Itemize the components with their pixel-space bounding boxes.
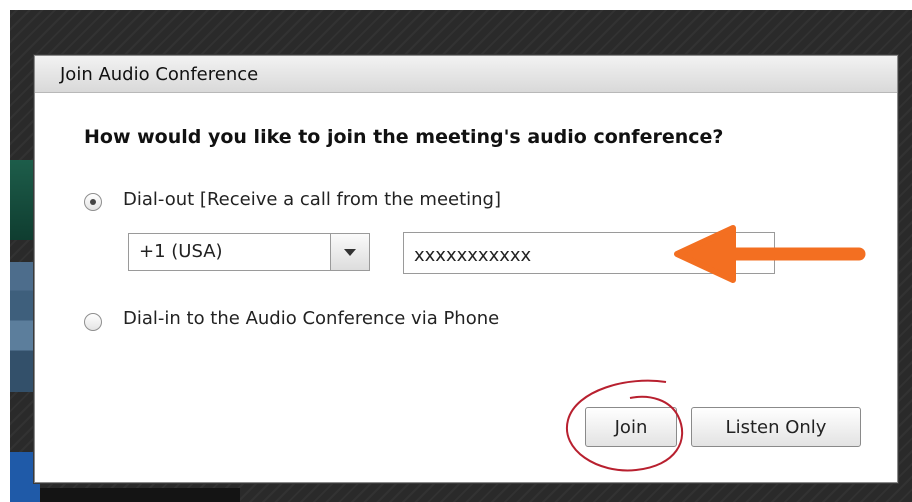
dropdown-button[interactable] <box>330 234 369 270</box>
country-code-value: +1 (USA) <box>139 241 223 262</box>
dialog-question: How would you like to join the meeting's… <box>84 126 724 148</box>
background-video-thumbnail <box>10 262 34 392</box>
dial-out-radio[interactable] <box>84 193 102 211</box>
dialog-title: Join Audio Conference <box>60 64 259 85</box>
listen-only-button[interactable]: Listen Only <box>691 407 861 447</box>
chevron-down-icon <box>344 249 356 256</box>
dialog-titlebar[interactable]: Join Audio Conference <box>35 56 897 93</box>
screen-edge-left <box>0 0 10 502</box>
annotation-arrow-icon <box>674 225 866 283</box>
dial-out-label[interactable]: Dial-out [Receive a call from the meetin… <box>123 189 501 210</box>
background-window-fragment <box>10 160 34 240</box>
annotation-circle-icon <box>565 379 684 472</box>
join-audio-conference-dialog: Join Audio Conference How would you like… <box>34 55 898 483</box>
dial-in-label[interactable]: Dial-in to the Audio Conference via Phon… <box>123 308 499 329</box>
country-code-select[interactable]: +1 (USA) <box>128 233 370 271</box>
dial-in-radio[interactable] <box>84 313 102 331</box>
screen-edge-top <box>0 0 912 10</box>
background-taskbar <box>40 488 240 502</box>
radio-selected-dot <box>90 199 96 205</box>
